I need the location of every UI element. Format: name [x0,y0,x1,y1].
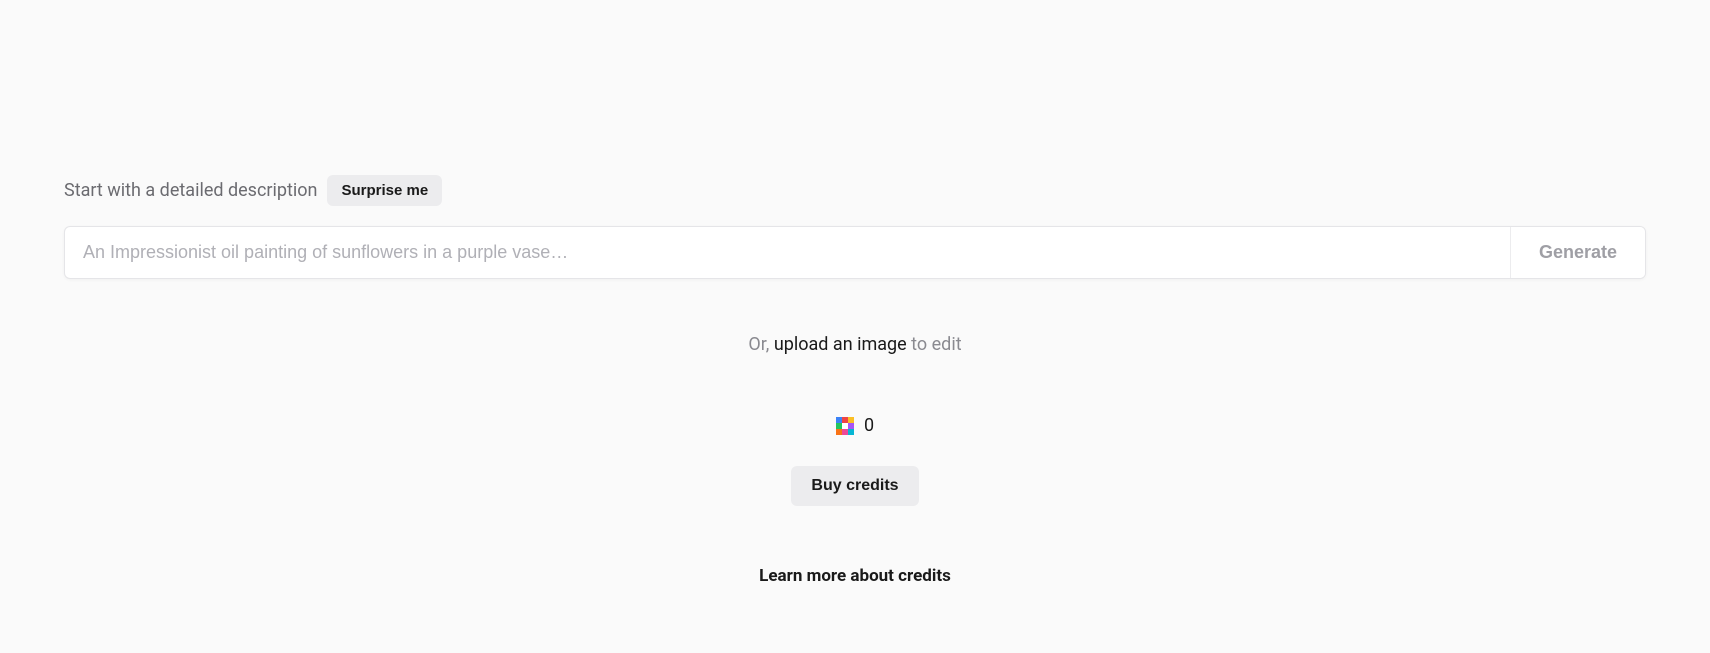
credits-icon [836,417,854,435]
upload-prefix: Or, [748,334,773,355]
main-container: Start with a detailed description Surpri… [0,0,1710,586]
prompt-bar: Generate [64,226,1646,279]
header-row: Start with a detailed description Surpri… [64,175,1646,206]
prompt-input[interactable] [65,227,1510,278]
credits-row: 0 [64,415,1646,436]
upload-image-link[interactable]: upload an image [774,334,907,355]
credits-count: 0 [864,415,874,436]
upload-row: Or, upload an image to edit [64,334,1646,355]
learn-more-credits-link[interactable]: Learn more about credits [64,566,1646,586]
description-label: Start with a detailed description [64,180,317,201]
surprise-me-button[interactable]: Surprise me [327,175,442,206]
upload-suffix: to edit [907,334,962,355]
generate-button[interactable]: Generate [1510,227,1645,278]
buy-credits-button[interactable]: Buy credits [791,466,918,506]
